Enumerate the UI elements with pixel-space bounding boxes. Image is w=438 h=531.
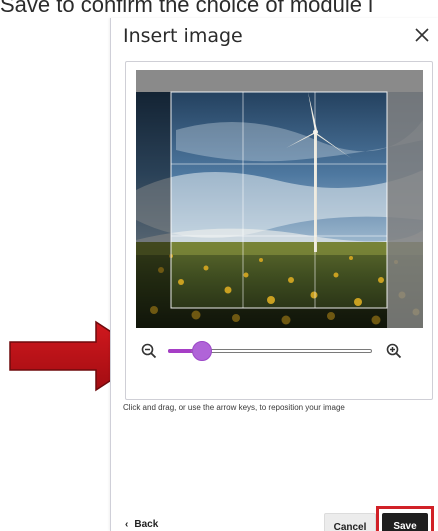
close-icon[interactable]: [411, 22, 433, 46]
cancel-button[interactable]: Cancel: [324, 513, 376, 531]
zoom-slider-thumb[interactable]: [192, 341, 213, 361]
reposition-help-text: Click and drag, or use the arrow keys, t…: [123, 403, 345, 412]
zoom-controls: [126, 337, 432, 367]
chevron-left-icon: ‹: [125, 519, 129, 530]
zoom-out-icon[interactable]: [140, 342, 158, 360]
image-editor: [125, 61, 433, 400]
back-label: Back: [134, 519, 159, 530]
save-button[interactable]: Save: [382, 513, 428, 531]
dialog-footer: ‹ Back Cancel Save: [111, 506, 438, 531]
image-crop-area[interactable]: [136, 70, 423, 328]
insert-image-dialog: Insert image Click and drag, or use the …: [110, 18, 438, 531]
zoom-slider-fill: [168, 349, 193, 353]
instruction-caption: Save to confirm the choice of module i: [0, 0, 373, 17]
back-button[interactable]: ‹ Back: [125, 519, 158, 530]
dialog-title: Insert image: [123, 25, 243, 47]
zoom-in-icon[interactable]: [385, 342, 403, 360]
